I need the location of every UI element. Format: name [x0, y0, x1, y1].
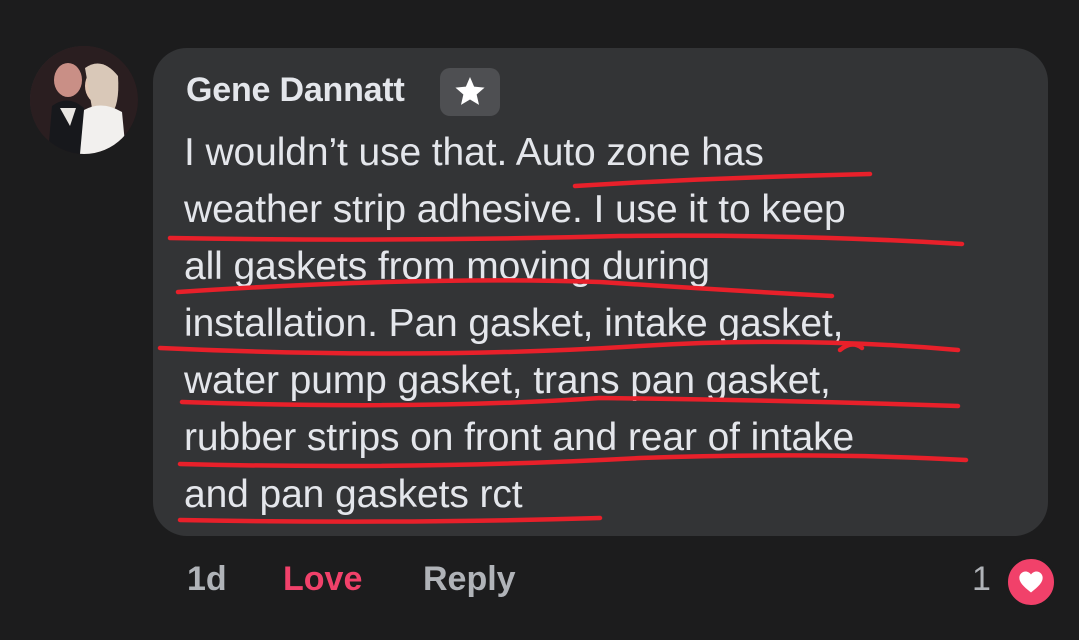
comment-line: rubber strips on front and rear of intak… [184, 416, 855, 459]
love-button[interactable]: Love [283, 554, 362, 604]
comment-actions: 1d Love Reply [0, 554, 1079, 604]
star-icon [455, 76, 485, 105]
avatar-photo [30, 46, 138, 154]
comment-line: all gaskets from moving during [184, 245, 710, 288]
top-fan-badge[interactable] [440, 68, 500, 116]
comment-screen: Gene Dannatt I wouldn’t use that. Auto z… [0, 0, 1079, 640]
comment-timestamp[interactable]: 1d [187, 554, 227, 604]
love-reaction-badge[interactable] [1005, 556, 1057, 608]
comment-line: I wouldn’t use that. Auto zone has [184, 131, 764, 174]
reply-button[interactable]: Reply [423, 554, 516, 604]
comment-line: and pan gaskets rct [184, 473, 523, 516]
comment-line: weather strip adhesive. I use it to keep [184, 188, 846, 231]
comment-line: installation. Pan gasket, intake gasket, [184, 302, 844, 345]
reaction-count[interactable]: 1 [972, 554, 991, 604]
comment-author-name[interactable]: Gene Dannatt [186, 68, 405, 112]
heart-icon [1019, 571, 1043, 593]
avatar[interactable] [30, 46, 138, 154]
comment-line: water pump gasket, trans pan gasket, [184, 359, 831, 402]
comment-text: I wouldn’t use that. Auto zone has weath… [184, 124, 1024, 523]
